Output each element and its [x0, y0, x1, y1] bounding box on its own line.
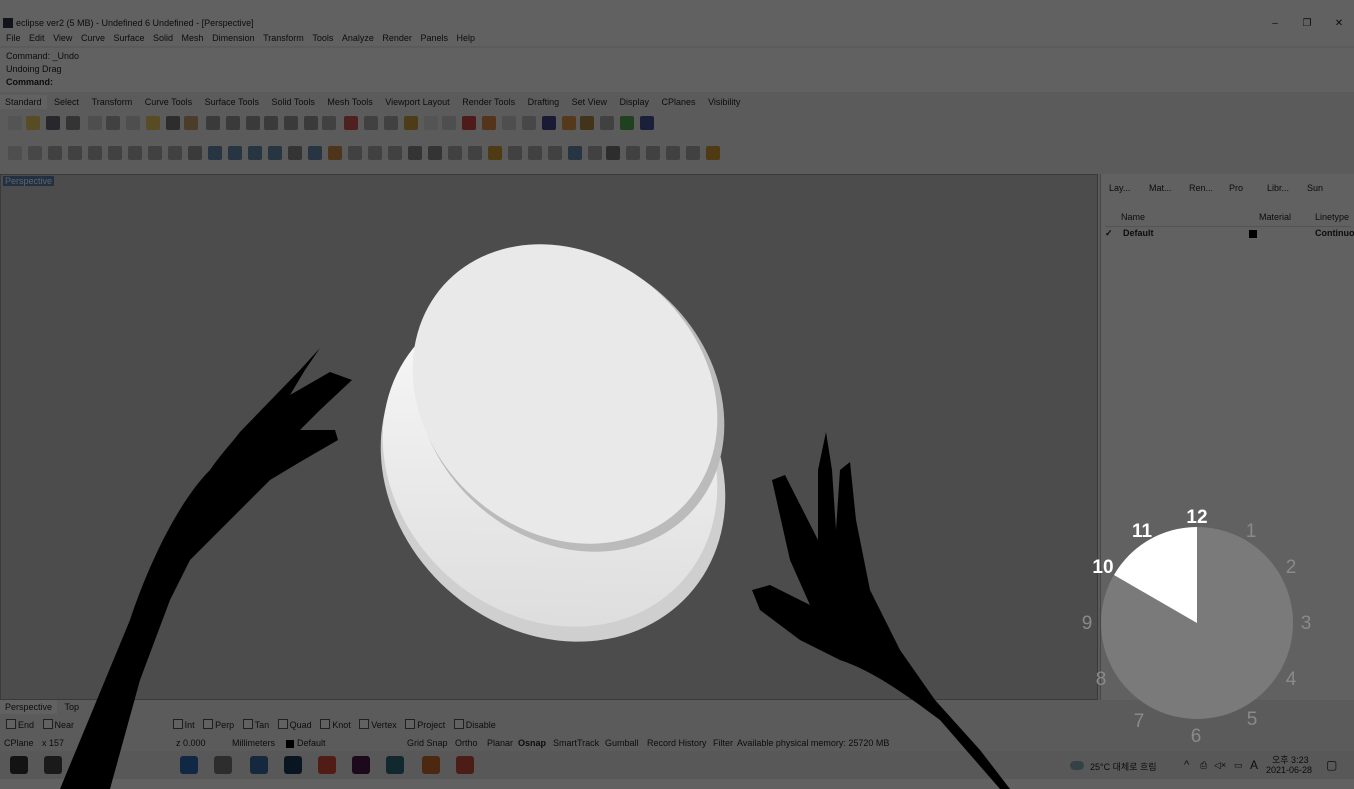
clock-number-6: 6: [1191, 726, 1202, 747]
clock-number-8: 8: [1096, 669, 1107, 690]
left-hand-silhouette: [60, 348, 352, 789]
clock-number-2: 2: [1286, 557, 1297, 578]
clock-number-3: 3: [1301, 613, 1312, 634]
clock-number-10: 10: [1092, 557, 1113, 578]
right-hand-silhouette: [752, 432, 1010, 789]
clock-number-1: 1: [1246, 521, 1257, 542]
clock-number-12: 12: [1186, 507, 1207, 528]
disc-object: [380, 244, 726, 642]
clock-number-11: 11: [1132, 521, 1153, 542]
illustration-overlay: 12 1 2 3 4 5 6 7 8 9 10 11: [60, 244, 1312, 789]
clock-number-7: 7: [1134, 711, 1145, 732]
clock-number-5: 5: [1247, 709, 1258, 730]
clock-number-4: 4: [1286, 669, 1297, 690]
clock-number-9: 9: [1082, 613, 1093, 634]
progress-clock: 12 1 2 3 4 5 6 7 8 9 10 11: [1082, 507, 1312, 747]
